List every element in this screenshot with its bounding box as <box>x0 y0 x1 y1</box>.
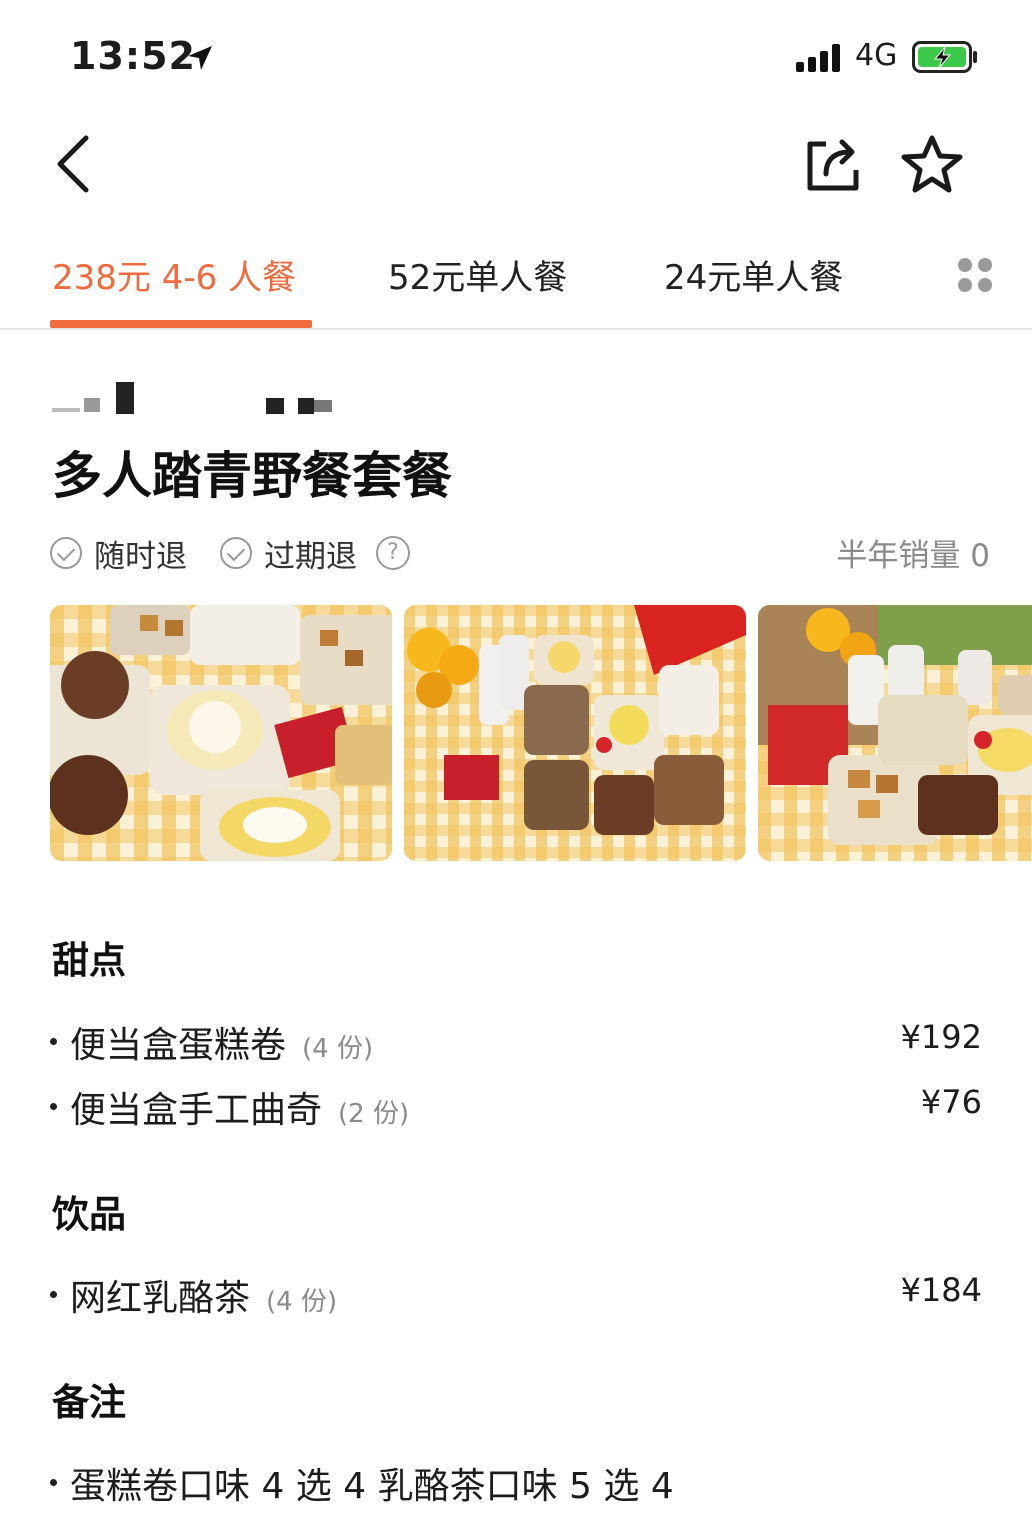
section-title-desserts: 甜点 <box>52 939 126 982</box>
item-price: ¥76 <box>920 1083 982 1121</box>
tag-refund-anytime: 随时退 <box>50 530 187 576</box>
share-icon[interactable] <box>804 134 862 194</box>
signal-icon <box>796 44 844 72</box>
deal-title: 多人踏青野餐套餐 <box>52 447 452 505</box>
tab-52-package[interactable]: 52元单人餐 <box>388 250 567 299</box>
bullet-dot <box>50 1479 57 1486</box>
tag-label: 随时退 <box>94 538 187 575</box>
tab-238-package[interactable]: 238元 4-6 人餐 <box>52 250 296 299</box>
menu-item: 便当盒手工曲奇 (2 份) ¥76 <box>48 1081 982 1131</box>
battery-charging-icon <box>912 41 977 73</box>
check-circle-icon <box>50 537 82 569</box>
menu-item: 便当盒蛋糕卷 (4 份) ¥192 <box>48 1016 982 1066</box>
section-title-drinks: 饮品 <box>52 1193 126 1236</box>
store-name-redacted <box>52 380 352 420</box>
check-circle-icon <box>220 537 252 569</box>
item-quantity: (4 份) <box>266 1287 338 1317</box>
tag-label: 过期退 <box>264 538 357 575</box>
item-name: 便当盒蛋糕卷 (4 份) <box>70 1025 374 1066</box>
item-name: 网红乳酪茶 (4 份) <box>70 1278 338 1319</box>
section-title-notes: 备注 <box>52 1381 126 1424</box>
back-chevron-icon[interactable] <box>50 132 100 196</box>
tab-24-package[interactable]: 24元单人餐 <box>664 250 843 299</box>
grid-menu-icon[interactable] <box>958 258 994 294</box>
item-quantity: (4 份) <box>302 1034 374 1064</box>
status-bar: 13:52 4G <box>0 0 1032 110</box>
deal-tags: 随时退 过期退 ? 半年销量 0 <box>50 530 990 576</box>
photo-carousel[interactable] <box>50 605 1032 861</box>
bullet-dot <box>50 1291 57 1298</box>
status-time: 13:52 <box>70 34 196 78</box>
item-price: ¥192 <box>900 1018 982 1056</box>
product-photo[interactable] <box>758 605 1032 861</box>
bullet-dot <box>50 1038 57 1045</box>
package-tabs: 238元 4-6 人餐 52元单人餐 24元单人餐 <box>0 238 1032 330</box>
bullet-dot <box>50 1103 57 1110</box>
menu-item: 网红乳酪茶 (4 份) ¥184 <box>48 1269 982 1319</box>
product-photo[interactable] <box>50 605 392 861</box>
sales-count: 半年销量 0 <box>836 538 990 574</box>
help-icon[interactable]: ? <box>376 536 410 570</box>
star-icon[interactable] <box>900 134 964 194</box>
item-quantity: (2 份) <box>338 1099 410 1129</box>
network-label: 4G <box>855 38 898 73</box>
note-item: 蛋糕卷口味 4 选 4 乳酪茶口味 5 选 4 <box>48 1457 982 1507</box>
item-name: 便当盒手工曲奇 (2 份) <box>70 1090 410 1131</box>
product-photo[interactable] <box>404 605 746 861</box>
note-text: 蛋糕卷口味 4 选 4 乳酪茶口味 5 选 4 <box>70 1466 674 1507</box>
tag-refund-expired: 过期退 <box>220 530 357 576</box>
location-arrow-icon <box>188 46 212 70</box>
item-price: ¥184 <box>900 1271 982 1309</box>
active-tab-indicator <box>50 320 312 328</box>
